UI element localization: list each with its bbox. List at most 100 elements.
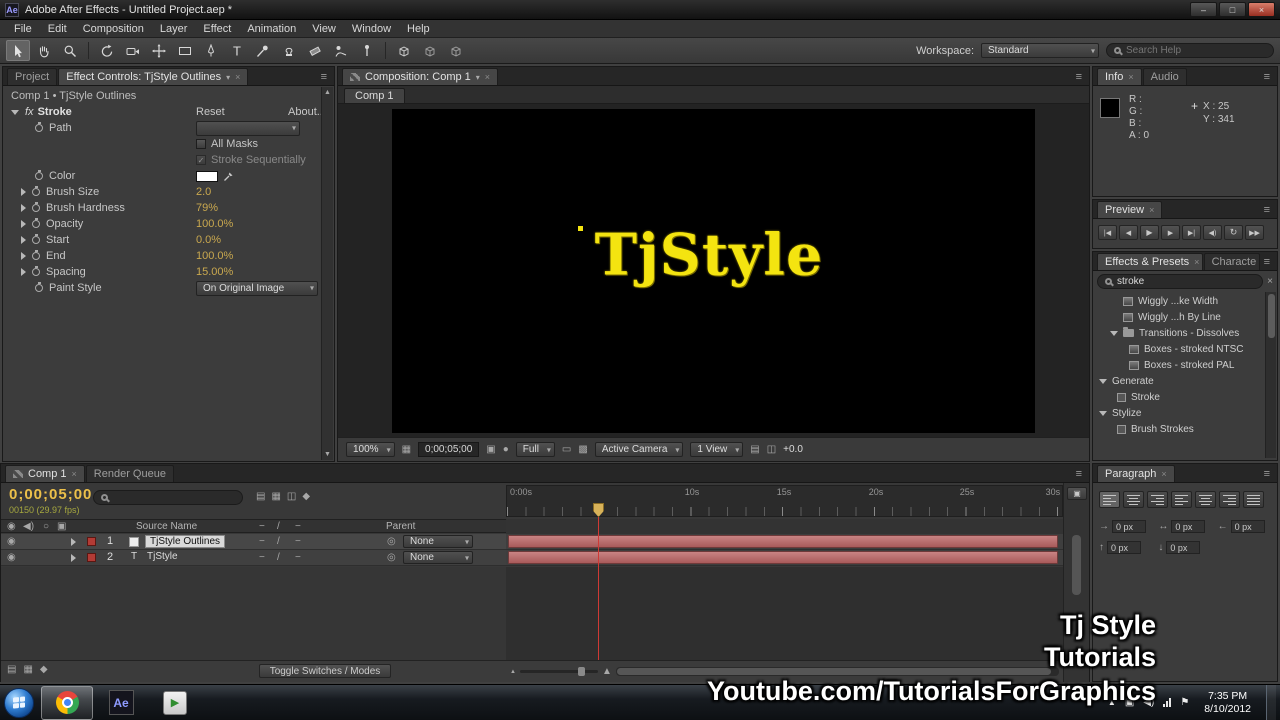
layer-handle[interactable] (578, 225, 584, 231)
twirl-open-icon[interactable] (1110, 330, 1118, 336)
pickwhip-icon[interactable]: ◎ (387, 537, 396, 547)
toggle-switches-modes-button[interactable]: Toggle Switches / Modes (259, 664, 391, 678)
pickwhip-icon[interactable]: ◎ (387, 553, 396, 563)
chevron-down-icon[interactable]: ▾ (476, 73, 480, 82)
layer-name[interactable]: TjStyle (147, 551, 178, 562)
first-frame-button[interactable]: |◀ (1098, 225, 1117, 240)
close-button[interactable]: × (1248, 2, 1275, 17)
effect-controls-scrollbar[interactable]: ▲ ▼ (321, 87, 333, 460)
layer-row[interactable]: ◉ 1 TjStyle Outlines − / − ◎ None (1, 534, 506, 550)
stopwatch-icon[interactable] (32, 234, 40, 244)
minimize-button[interactable]: – (1190, 2, 1217, 17)
tab-paragraph[interactable]: Paragraph × (1097, 465, 1175, 482)
chevron-down-icon[interactable]: ▾ (226, 73, 230, 82)
stopwatch-icon[interactable] (32, 266, 40, 276)
layer-duration-bar[interactable] (508, 535, 1058, 548)
menu-view[interactable]: View (304, 20, 344, 38)
scrollbar-thumb[interactable] (1268, 294, 1275, 338)
pen-tool[interactable] (199, 40, 223, 61)
panel-menu-icon[interactable]: ≡ (1261, 468, 1273, 480)
camera-tool[interactable] (121, 40, 145, 61)
presets-search-input[interactable] (1117, 276, 1256, 287)
tab-project[interactable]: Project (7, 68, 58, 85)
eye-icon[interactable]: ◉ (7, 553, 16, 563)
preset-item[interactable]: Boxes - stroked PAL (1097, 357, 1263, 373)
indent-left-field[interactable]: → 0 px (1099, 520, 1152, 533)
ram-preview-button[interactable]: ▶▶ (1245, 225, 1264, 240)
align-left-button[interactable] (1099, 491, 1120, 508)
zoom-in-mountain-icon[interactable]: ▲ (602, 666, 612, 677)
scroll-down-icon[interactable]: ▼ (324, 451, 331, 458)
menu-effect[interactable]: Effect (195, 20, 239, 38)
preset-item[interactable]: Wiggly ...ke Width (1097, 293, 1263, 309)
twirl-closed-icon[interactable] (21, 236, 26, 244)
all-masks-checkbox[interactable] (196, 139, 206, 149)
pan-behind-tool[interactable] (147, 40, 171, 61)
justify-all-button[interactable] (1243, 491, 1264, 508)
menu-animation[interactable]: Animation (239, 20, 304, 38)
tab-character[interactable]: Characte (1203, 253, 1260, 270)
fx-switch-icon[interactable]: / (277, 537, 280, 547)
show-desktop-button[interactable] (1266, 684, 1276, 720)
reset-effect-link[interactable]: Reset (196, 106, 225, 118)
stopwatch-icon[interactable] (32, 218, 40, 228)
presets-scrollbar[interactable] (1265, 292, 1276, 458)
network-icon[interactable] (1163, 698, 1172, 707)
comp-viewer-tab[interactable]: Comp 1 (344, 88, 405, 103)
timeline-zoom-slider[interactable] (519, 667, 598, 676)
justify-last-right-button[interactable] (1219, 491, 1240, 508)
twirl-open-icon[interactable] (1099, 378, 1107, 384)
paint-style-dropdown[interactable]: On Original Image (196, 280, 318, 296)
presets-search-box[interactable] (1097, 274, 1264, 289)
viewer-timecode[interactable]: 0;00;05;00 (418, 442, 480, 457)
tab-close-icon[interactable]: × (1149, 205, 1154, 215)
stopwatch-icon[interactable] (32, 202, 40, 212)
resolution-dropdown[interactable]: Full (515, 442, 555, 457)
expand-in-out-icon[interactable]: ◆ (40, 665, 48, 675)
current-time-display[interactable]: 0;00;05;00 (9, 486, 92, 503)
panel-menu-icon[interactable]: ≡ (1073, 468, 1085, 480)
path-dropdown[interactable] (196, 120, 300, 136)
menu-composition[interactable]: Composition (75, 20, 152, 38)
type-tool[interactable]: T (225, 40, 249, 61)
audio-toggle-button[interactable]: ◀) (1203, 225, 1222, 240)
opacity-value[interactable]: 100.0% (196, 218, 233, 230)
viewer-area[interactable]: TjStyle (338, 104, 1089, 437)
first-line-indent-field[interactable]: ↔ 0 px (1158, 520, 1211, 533)
layer-switch-icon[interactable]: − (259, 537, 265, 547)
help-search-input[interactable] (1126, 45, 1266, 56)
help-search-box[interactable] (1106, 43, 1274, 58)
panel-menu-icon[interactable]: ≡ (1261, 71, 1273, 83)
composition-canvas[interactable]: TjStyle (392, 109, 1035, 433)
label-color-chip[interactable] (87, 553, 96, 562)
composition-mini-flowchart-icon[interactable]: ▤ (256, 492, 265, 502)
preset-item[interactable]: Boxes - stroked NTSC (1097, 341, 1263, 357)
selection-tool[interactable] (6, 40, 30, 61)
eyedropper-icon[interactable] (223, 170, 235, 182)
hand-tool[interactable] (32, 40, 56, 61)
world-axis-mode-button[interactable] (418, 40, 442, 61)
start-value[interactable]: 0.0% (196, 234, 221, 246)
transparency-grid-icon[interactable]: ▩ (578, 444, 587, 455)
expand-layer-switches-icon[interactable]: ▤ (7, 665, 16, 675)
timeline-search-input[interactable] (113, 492, 235, 503)
menu-window[interactable]: Window (344, 20, 399, 38)
zoom-out-mountain-icon[interactable]: ▲ (510, 669, 516, 675)
menu-edit[interactable]: Edit (40, 20, 75, 38)
tab-timeline-comp[interactable]: Comp 1 × (5, 465, 85, 482)
justify-last-left-button[interactable] (1171, 491, 1192, 508)
timeline-h-scrollbar[interactable] (615, 667, 1059, 676)
effect-item[interactable]: Stroke (1097, 389, 1263, 405)
action-center-flag-icon[interactable]: ⚑ (1180, 697, 1189, 708)
taskbar-browser-button[interactable] (41, 685, 93, 720)
tab-close-icon[interactable]: × (485, 72, 490, 82)
next-frame-button[interactable]: ▶ (1161, 225, 1180, 240)
view-layout-icon[interactable]: ▤ (750, 444, 759, 455)
category-folder[interactable]: Stylize (1097, 405, 1263, 421)
exposure-value[interactable]: +0.0 (783, 444, 803, 455)
twirl-closed-icon[interactable] (21, 268, 26, 276)
panel-menu-icon[interactable]: ≡ (1073, 71, 1085, 83)
active-camera-dropdown[interactable]: Active Camera (594, 442, 684, 457)
snapshot-icon[interactable]: ▣ (486, 444, 495, 455)
clear-search-icon[interactable]: × (1267, 276, 1273, 287)
